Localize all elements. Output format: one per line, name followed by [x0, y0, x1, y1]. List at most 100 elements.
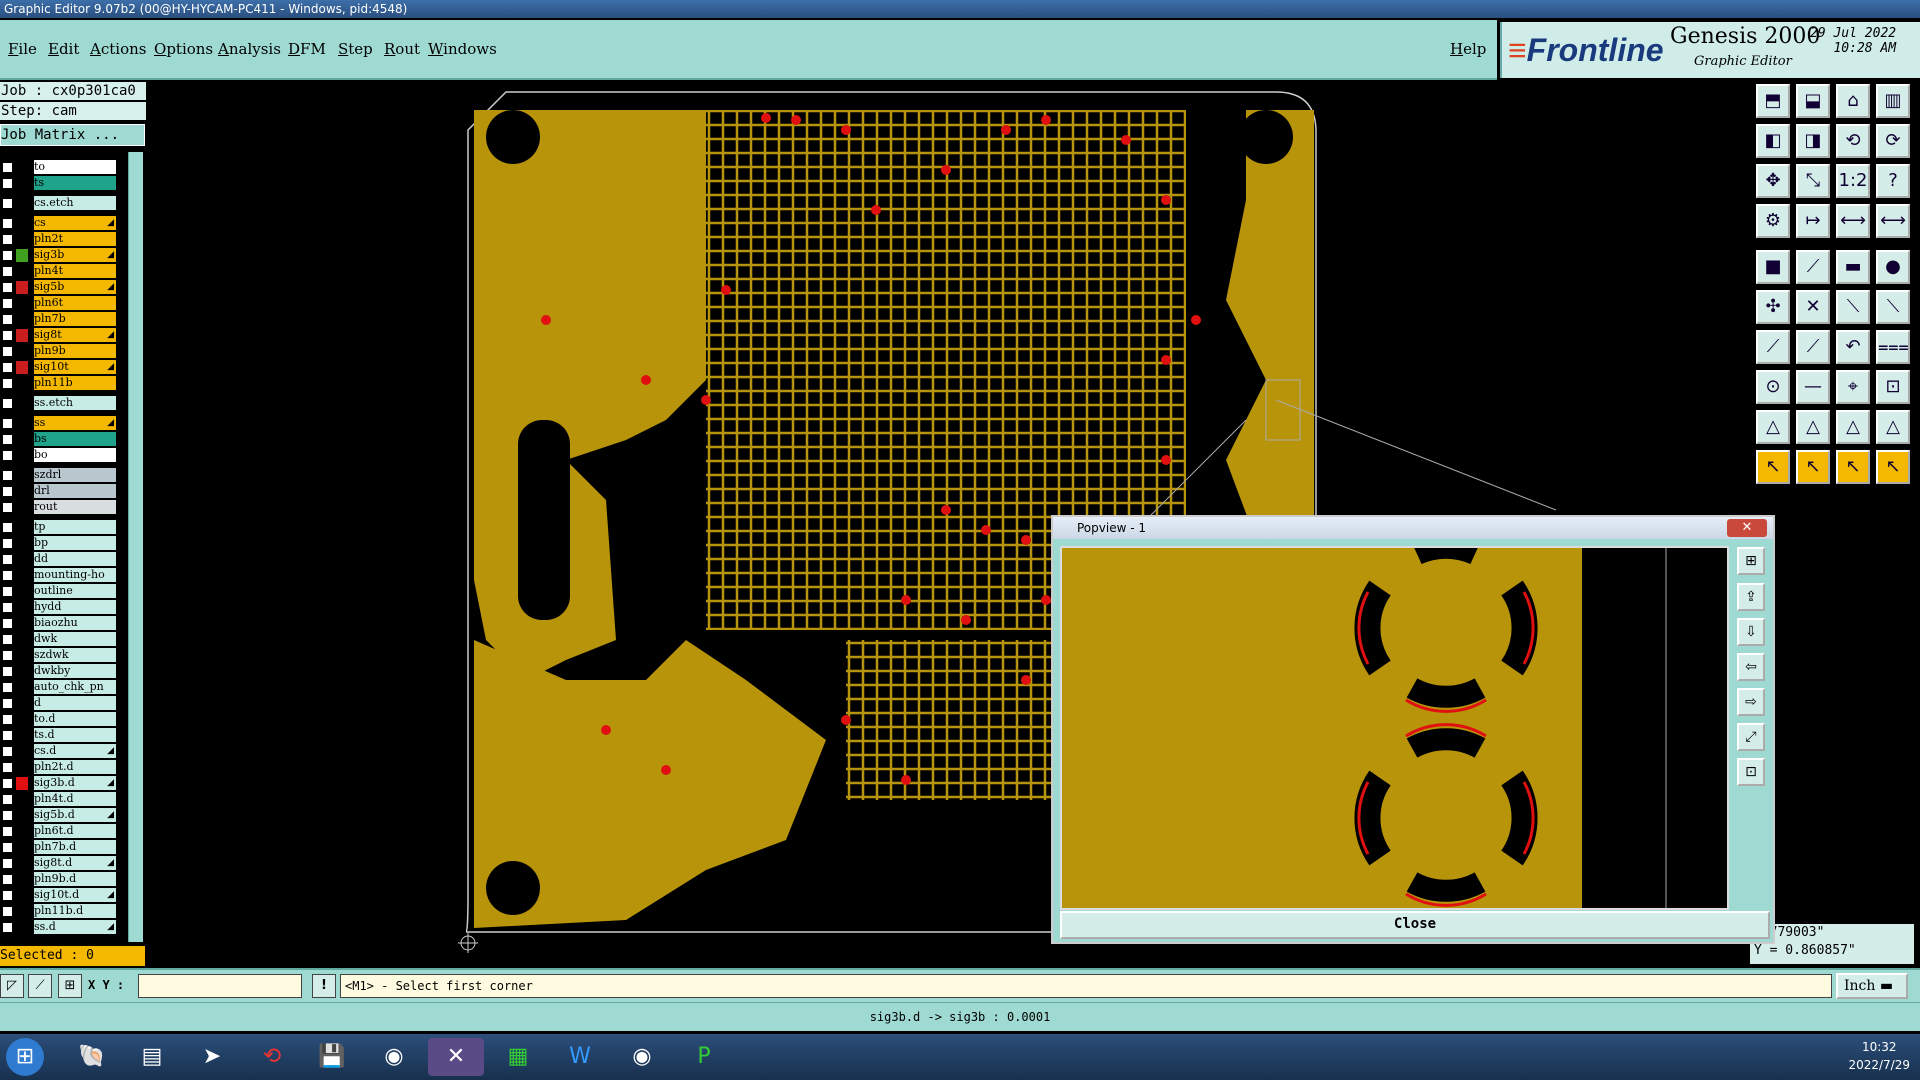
layer-row[interactable]: dd: [0, 552, 118, 567]
layer-checkbox[interactable]: [2, 554, 13, 565]
toolbar-tool-icon[interactable]: ⚙: [1756, 204, 1790, 238]
layer-checkbox[interactable]: [2, 234, 13, 245]
layer-name[interactable]: ts.d: [34, 728, 116, 742]
toolbar-tool-icon[interactable]: △: [1756, 410, 1790, 444]
toolbar-tool-icon[interactable]: ⟍: [1836, 290, 1870, 324]
menu-file[interactable]: File: [8, 40, 37, 58]
taskbar-app-red-icon[interactable]: ⟲: [244, 1038, 300, 1076]
layer-row[interactable]: cs.etch: [0, 196, 118, 211]
layer-row[interactable]: ss.etch: [0, 396, 118, 411]
layer-name[interactable]: mounting-ho: [34, 568, 116, 582]
taskbar-app-x-icon[interactable]: ✕: [428, 1038, 484, 1076]
layer-checkbox[interactable]: [2, 470, 13, 481]
layer-row[interactable]: ts.d: [0, 728, 118, 743]
toolbar-tool-icon[interactable]: 1:2: [1836, 164, 1870, 198]
layer-row[interactable]: szdrl: [0, 468, 118, 483]
layer-row[interactable]: sig3b ◢: [0, 248, 118, 263]
layer-checkbox[interactable]: [2, 650, 13, 661]
layer-name[interactable]: dwk: [34, 632, 116, 646]
toolbar-tool-icon[interactable]: ⌖: [1836, 370, 1870, 404]
layer-row[interactable]: cs ◢: [0, 216, 118, 231]
layer-name[interactable]: to.d: [34, 712, 116, 726]
layer-checkbox[interactable]: [2, 330, 13, 341]
layer-name[interactable]: pln11b: [34, 376, 116, 390]
taskbar-app-word-icon[interactable]: W: [552, 1038, 608, 1076]
layer-name[interactable]: ss.etch: [34, 396, 116, 410]
layer-checkbox[interactable]: [2, 586, 13, 597]
menu-actions[interactable]: Actions: [90, 40, 146, 58]
layer-name[interactable]: sig10t.d ◢: [34, 888, 116, 902]
toolbar-tool-icon[interactable]: ⟲: [1836, 124, 1870, 158]
layer-checkbox[interactable]: [2, 794, 13, 805]
layer-name[interactable]: pln6t: [34, 296, 116, 310]
layer-checkbox[interactable]: [2, 486, 13, 497]
layer-row[interactable]: pln9b: [0, 344, 118, 359]
layer-name[interactable]: sig3b ◢: [34, 248, 116, 262]
toolbar-tool-icon[interactable]: ⬓: [1796, 84, 1830, 118]
popview-tool-icon[interactable]: ⊞: [1737, 547, 1765, 575]
toolbar-tool-icon[interactable]: ↖: [1796, 450, 1830, 484]
layer-checkbox[interactable]: [2, 378, 13, 389]
layer-row[interactable]: pln11b: [0, 376, 118, 391]
layer-row[interactable]: bs: [0, 432, 118, 447]
layer-name[interactable]: dwkby: [34, 664, 116, 678]
layer-row[interactable]: cs.d ◢: [0, 744, 118, 759]
toolbar-tool-icon[interactable]: ↖: [1836, 450, 1870, 484]
layer-checkbox[interactable]: [2, 346, 13, 357]
popview-zoom-icon[interactable]: ⤢: [1737, 723, 1765, 751]
layer-name[interactable]: outline: [34, 584, 116, 598]
layer-checkbox[interactable]: [2, 906, 13, 917]
layer-name[interactable]: ss ◢: [34, 416, 116, 430]
toolbar-tool-icon[interactable]: ⊙: [1756, 370, 1790, 404]
layer-checkbox[interactable]: [2, 922, 13, 933]
taskbar-app-notes-icon[interactable]: ▤: [124, 1038, 180, 1076]
layer-name[interactable]: d: [34, 696, 116, 710]
layer-name[interactable]: rout: [34, 500, 116, 514]
layer-name[interactable]: pln7b: [34, 312, 116, 326]
layer-name[interactable]: bp: [34, 536, 116, 550]
taskbar-app-excel-icon[interactable]: ▦: [490, 1038, 546, 1076]
layer-row[interactable]: ss ◢: [0, 416, 118, 431]
layer-row[interactable]: szdwk: [0, 648, 118, 663]
layer-name[interactable]: szdrl: [34, 468, 116, 482]
menu-dfm[interactable]: DFM: [288, 40, 326, 58]
layer-row[interactable]: pln4t.d: [0, 792, 118, 807]
toolbar-tool-icon[interactable]: ⟋: [1796, 330, 1830, 364]
layer-name[interactable]: sig8t ◢: [34, 328, 116, 342]
toolbar-tool-icon[interactable]: ▥: [1876, 84, 1910, 118]
layer-checkbox[interactable]: [2, 634, 13, 645]
layer-row[interactable]: biaozhu: [0, 616, 118, 631]
toolbar-tool-icon[interactable]: ▬: [1836, 250, 1870, 284]
layer-checkbox[interactable]: [2, 418, 13, 429]
layer-row[interactable]: ts: [0, 176, 118, 191]
layer-checkbox[interactable]: [2, 434, 13, 445]
layer-row[interactable]: sig5b ◢: [0, 280, 118, 295]
taskbar-app-eye-icon[interactable]: ◉: [366, 1038, 422, 1076]
layer-row[interactable]: sig8t.d ◢: [0, 856, 118, 871]
layer-checkbox[interactable]: [2, 538, 13, 549]
toolbar-tool-icon[interactable]: ?: [1876, 164, 1910, 198]
layer-row[interactable]: to: [0, 160, 118, 175]
toolbar-tool-icon[interactable]: ✥: [1756, 164, 1790, 198]
toolbar-tool-icon[interactable]: ⩶: [1876, 330, 1910, 364]
layer-row[interactable]: sig10t ◢: [0, 360, 118, 375]
start-button-icon[interactable]: ⊞: [6, 1038, 44, 1076]
toolbar-tool-icon[interactable]: ⟷: [1876, 204, 1910, 238]
toolbar-tool-icon[interactable]: ✕: [1796, 290, 1830, 324]
layer-row[interactable]: sig3b.d ◢: [0, 776, 118, 791]
layer-row[interactable]: bp: [0, 536, 118, 551]
popview-close-icon[interactable]: ✕: [1727, 519, 1767, 537]
toolbar-tool-icon[interactable]: ⟋: [1756, 330, 1790, 364]
popview-tool-icon[interactable]: ⇩: [1737, 618, 1765, 646]
layer-row[interactable]: tp: [0, 520, 118, 535]
layer-row[interactable]: pln2t.d: [0, 760, 118, 775]
layer-checkbox[interactable]: [2, 618, 13, 629]
layer-row[interactable]: to.d: [0, 712, 118, 727]
layer-checkbox[interactable]: [2, 762, 13, 773]
toolbar-tool-icon[interactable]: ⟍: [1876, 290, 1910, 324]
menu-windows[interactable]: Windows: [428, 40, 497, 58]
toolbar-tool-icon[interactable]: △: [1836, 410, 1870, 444]
layer-row[interactable]: bo: [0, 448, 118, 463]
units-dropdown[interactable]: Inch ▬: [1836, 973, 1908, 999]
toolbar-tool-icon[interactable]: △: [1876, 410, 1910, 444]
